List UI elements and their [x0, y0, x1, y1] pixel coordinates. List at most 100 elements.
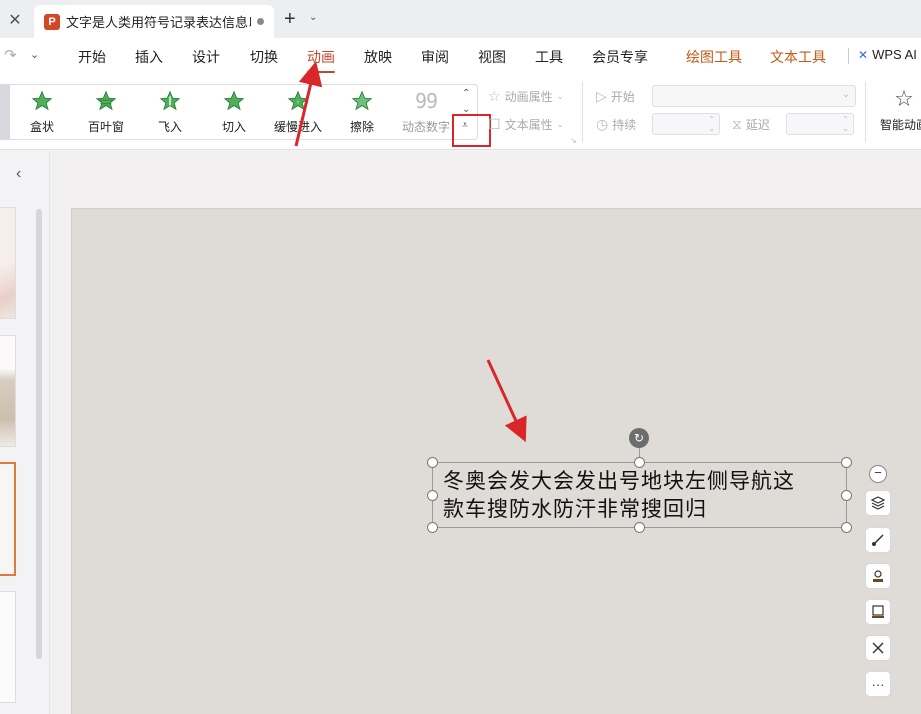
delay-input[interactable]: ⌃ ⌄	[786, 113, 854, 135]
stamp-icon[interactable]	[865, 563, 891, 589]
resize-handle[interactable]	[427, 522, 438, 533]
tab-transitions[interactable]: 切换	[250, 47, 278, 67]
tab-design[interactable]: 设计	[192, 47, 220, 67]
tab-tools[interactable]: 工具	[535, 47, 563, 67]
chevron-down-icon: ⌄	[556, 119, 565, 129]
star-icon	[351, 90, 373, 111]
new-tab-button[interactable]: +	[284, 8, 296, 31]
resize-handle[interactable]	[634, 457, 645, 468]
tab-review[interactable]: 审阅	[421, 47, 449, 67]
collapse-panel-icon[interactable]: ‹	[16, 165, 21, 183]
text-box-content[interactable]: 冬奥会发大会发出号地块左侧导航这 款车搜防水防汗非常搜回归	[443, 467, 833, 523]
play-circle-icon: ▷	[596, 88, 607, 104]
anim-cut-in[interactable]: 切入	[204, 90, 264, 135]
close-icon[interactable]: ✕	[0, 6, 30, 34]
anim-label: 擦除	[349, 120, 374, 134]
ribbon-divider	[865, 82, 866, 142]
wps-ai-button[interactable]: ✕ WPS AI	[858, 47, 917, 62]
hourglass-icon: ⧖	[732, 116, 742, 132]
tab-view[interactable]: 视图	[478, 47, 506, 67]
svg-text:↑: ↑	[296, 99, 299, 106]
resize-handle[interactable]	[841, 490, 852, 501]
redo-icon[interactable]: ↷	[4, 46, 17, 64]
slide-thumbnail[interactable]	[0, 335, 16, 447]
resize-handle[interactable]	[841, 457, 852, 468]
slide-thumbnail-panel: ‹	[0, 151, 50, 714]
text-line: 款车搜防水防汗非常搜回归	[443, 497, 707, 521]
dialog-launcher-icon[interactable]: ↘	[570, 136, 577, 145]
star-outline-icon: ☆	[488, 88, 501, 104]
start-select[interactable]: ⌄	[652, 85, 856, 107]
layers-icon[interactable]	[865, 490, 891, 516]
anim-label: 百叶窗	[87, 120, 124, 134]
star-icon: ↑	[287, 90, 309, 111]
wps-ai-icon: ✕	[858, 47, 869, 62]
annotation-highlight-box	[452, 114, 491, 147]
anim-blinds[interactable]: 百叶窗	[76, 90, 136, 135]
delay-text: 延迟	[745, 118, 770, 132]
star-icon	[223, 90, 245, 111]
duration-text: 持续	[612, 118, 637, 132]
ribbon-divider	[582, 82, 583, 142]
slide[interactable]	[71, 208, 921, 714]
anim-fly-in[interactable]: 飞入	[140, 90, 200, 135]
slide-thumbnail[interactable]	[0, 207, 16, 319]
tab-drawing-tools[interactable]: 绘图工具	[686, 47, 742, 67]
anim-dynamic-number[interactable]: 99 动态数字	[396, 90, 456, 135]
resize-handle[interactable]	[427, 490, 438, 501]
smart-animation-label: 智能动画	[879, 118, 921, 132]
menu-divider	[848, 48, 849, 64]
duration-label: ◷ 持续	[596, 116, 636, 133]
tab-home[interactable]: 开始	[78, 47, 106, 67]
text-properties-button[interactable]: ☐ 文本属性 ⌄	[488, 116, 564, 133]
quick-access-dropdown-icon[interactable]: ⌄	[30, 48, 39, 61]
stepper-icon[interactable]: ⌃ ⌄	[708, 115, 715, 133]
anim-wipe[interactable]: 擦除	[332, 90, 392, 135]
chevron-down-icon: ⌄	[841, 89, 850, 100]
anim-label: 缓慢进入	[273, 120, 322, 134]
tab-text-tools[interactable]: 文本工具	[770, 47, 826, 67]
animation-properties-label: 动画属性	[504, 90, 553, 104]
tools-icon[interactable]	[865, 635, 891, 661]
slide-thumbnail-selected[interactable]	[0, 462, 16, 576]
selected-text-box[interactable]: 冬奥会发大会发出号地块左侧导航这 款车搜防水防汗非常搜回归	[432, 462, 847, 528]
clock-icon: ◷	[596, 116, 609, 132]
animation-properties-button[interactable]: ☆ 动画属性 ⌄	[488, 88, 564, 105]
rotate-handle-icon[interactable]: ↻	[629, 428, 649, 448]
slide-thumbnail[interactable]	[0, 591, 16, 703]
frame-icon[interactable]	[865, 599, 891, 625]
tab-animation[interactable]: 动画	[307, 47, 335, 73]
resize-handle[interactable]	[634, 522, 645, 533]
tab-insert[interactable]: 插入	[135, 47, 163, 67]
gallery-scroll-up-icon[interactable]: ⌃	[462, 88, 470, 99]
tab-slideshow[interactable]: 放映	[364, 47, 392, 67]
smart-animation-button[interactable]: ☆ 智能动画	[874, 86, 921, 133]
start-label: ▷ 开始	[596, 88, 635, 105]
collapse-toolbar-icon[interactable]: −	[869, 465, 887, 483]
anim-label: 盒状	[29, 120, 54, 134]
more-icon[interactable]: ···	[865, 671, 891, 697]
anim-label: 飞入	[157, 120, 182, 134]
tab-member[interactable]: 会员专享	[592, 47, 648, 67]
duration-input[interactable]: ⌃ ⌄	[652, 113, 720, 135]
smart-star-icon: ☆	[894, 86, 914, 111]
brush-icon[interactable]	[865, 527, 891, 553]
title-bar: ✕ P 文字是人类用符号记录表达信息以( + ⌄	[0, 0, 921, 38]
tab-list-dropdown-icon[interactable]: ⌄	[309, 12, 317, 23]
thumbnail-scrollbar[interactable]	[36, 209, 42, 659]
menu-bar: ↷ ⌄ 开始 插入 设计 切换 动画 放映 审阅 视图 工具 会员专享 绘图工具…	[0, 38, 921, 74]
unsaved-dot-icon[interactable]	[257, 18, 264, 25]
resize-handle[interactable]	[427, 457, 438, 468]
anim-box[interactable]: 盒状	[12, 90, 72, 135]
resize-handle[interactable]	[841, 522, 852, 533]
text-line: 冬奥会发大会发出号地块左侧导航这	[443, 469, 795, 493]
anim-label: 切入	[221, 120, 246, 134]
anim-label: 动态数字	[401, 120, 450, 134]
wps-ai-label: WPS AI	[872, 47, 917, 62]
text-properties-label: 文本属性	[504, 118, 553, 132]
anim-slow-in[interactable]: ↑ 缓慢进入	[268, 90, 328, 135]
document-tab[interactable]: P 文字是人类用符号记录表达信息以(	[34, 5, 274, 38]
star-icon	[95, 90, 117, 111]
star-icon	[159, 90, 181, 111]
stepper-icon[interactable]: ⌃ ⌄	[842, 115, 849, 133]
